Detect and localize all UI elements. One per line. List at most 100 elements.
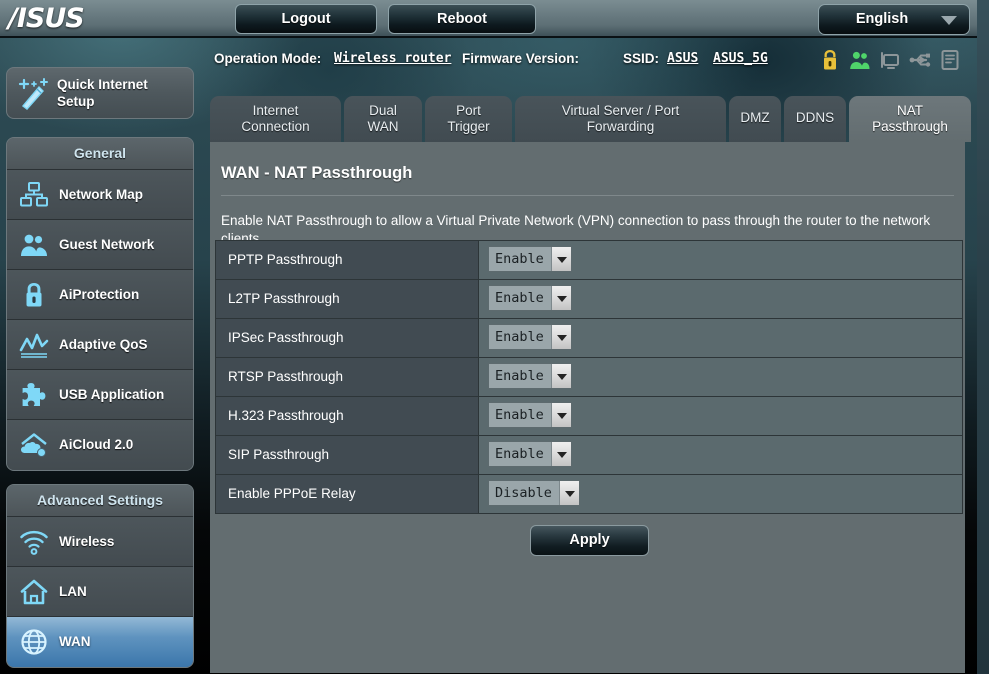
- setting-value-cell: Enable: [479, 358, 962, 396]
- select-value: Enable: [495, 329, 544, 345]
- select-value: Enable: [495, 251, 544, 267]
- setting-label: IPSec Passthrough: [216, 319, 479, 357]
- ssid-value-5g[interactable]: ASUS_5G: [713, 51, 768, 66]
- chevron-down-icon: [941, 16, 957, 25]
- bottom-strip: [0, 674, 989, 682]
- guest-network-icon: [19, 231, 49, 259]
- setting-label: H.323 Passthrough: [216, 397, 479, 435]
- wifi-icon: [19, 528, 49, 556]
- select-value: Disable: [495, 485, 552, 501]
- tab-line-2: Passthrough: [872, 119, 948, 134]
- tab-line-1: DDNS: [795, 110, 835, 125]
- guest-network-icon[interactable]: [848, 48, 872, 72]
- sip-passthrough-select[interactable]: Enable: [488, 441, 572, 467]
- reboot-button[interactable]: Reboot: [388, 4, 536, 34]
- cloud-house-icon: [19, 431, 49, 459]
- sidebar-item-label: Wireless: [59, 534, 115, 549]
- page-title: WAN - NAT Passthrough: [221, 164, 413, 182]
- tab-dmz[interactable]: DMZ: [729, 96, 781, 142]
- chevron-down-icon: [550, 442, 571, 466]
- select-value: Enable: [495, 368, 544, 384]
- setting-value-cell: Enable: [479, 280, 962, 318]
- sidebar-group-header-general: General: [7, 138, 193, 170]
- setting-label: RTSP Passthrough: [216, 358, 479, 396]
- sidebar-item-label: AiCloud 2.0: [59, 437, 134, 452]
- h323-passthrough-select[interactable]: Enable: [488, 402, 572, 428]
- globe-icon: [19, 628, 49, 656]
- printer-icon[interactable]: [938, 48, 962, 72]
- l2tp-passthrough-select[interactable]: Enable: [488, 285, 572, 311]
- select-value: Enable: [495, 446, 544, 462]
- sidebar-item-label: Network Map: [59, 187, 144, 202]
- setting-value-cell: Enable: [479, 436, 962, 474]
- top-bar: /ISUS Logout Reboot English: [0, 0, 989, 38]
- security-icon[interactable]: [818, 48, 842, 72]
- operation-mode-value[interactable]: Wireless router: [334, 51, 451, 66]
- quick-internet-setup-label: Quick Internet Setup: [57, 77, 148, 109]
- usb-icon[interactable]: [908, 48, 932, 72]
- setting-value-cell: Enable: [479, 241, 962, 279]
- quick-internet-setup-button[interactable]: Quick Internet Setup: [6, 67, 194, 119]
- ssid-value-2g[interactable]: ASUS: [667, 51, 698, 66]
- sidebar-item-aicloud[interactable]: AiCloud 2.0: [7, 420, 193, 470]
- content-panel: WAN - NAT Passthrough Enable NAT Passthr…: [210, 142, 965, 673]
- house-icon: [19, 578, 49, 606]
- sidebar-item-label: AiProtection: [59, 287, 140, 302]
- tab-line-1: Virtual Server / Port: [561, 103, 680, 118]
- tab-nat-passthrough[interactable]: NAT Passthrough: [849, 96, 971, 142]
- logout-button[interactable]: Logout: [235, 4, 377, 34]
- sidebar-item-wireless[interactable]: Wireless: [7, 517, 193, 567]
- chevron-down-icon: [550, 286, 571, 310]
- table-row: H.323 Passthrough Enable: [216, 397, 962, 436]
- table-row: RTSP Passthrough Enable: [216, 358, 962, 397]
- setting-value-cell: Disable: [479, 475, 962, 513]
- chevron-down-icon: [550, 403, 571, 427]
- tab-ddns[interactable]: DDNS: [784, 96, 846, 142]
- sidebar-item-wan[interactable]: WAN: [7, 617, 193, 667]
- setting-label: Enable PPPoE Relay: [216, 475, 479, 513]
- tab-line-2: Trigger: [447, 119, 490, 134]
- sidebar-group-general: General Network Map Guest Network AiProt…: [6, 137, 194, 471]
- puzzle-icon: [19, 381, 49, 409]
- apply-button[interactable]: Apply: [530, 525, 649, 556]
- magic-wand-icon: [17, 77, 51, 111]
- language-selector[interactable]: English: [818, 4, 970, 35]
- setting-value-cell: Enable: [479, 319, 962, 357]
- setting-value-cell: Enable: [479, 397, 962, 435]
- tab-internet-connection[interactable]: Internet Connection: [210, 96, 341, 142]
- chevron-down-icon: [550, 364, 571, 388]
- sidebar-item-usb-application[interactable]: USB Application: [7, 370, 193, 420]
- tab-line-2: WAN: [367, 119, 399, 134]
- lock-icon: [19, 281, 49, 309]
- table-row: Enable PPPoE Relay Disable: [216, 475, 962, 514]
- tab-line-1: Internet: [252, 103, 299, 118]
- table-row: SIP Passthrough Enable: [216, 436, 962, 475]
- pppoe-relay-select[interactable]: Disable: [488, 480, 580, 506]
- sidebar-group-header-advanced: Advanced Settings: [7, 485, 193, 517]
- setting-label: SIP Passthrough: [216, 436, 479, 474]
- router-admin-window: /ISUS Logout Reboot English Operation Mo…: [0, 0, 989, 682]
- sidebar-item-adaptive-qos[interactable]: Adaptive QoS: [7, 320, 193, 370]
- sidebar-item-network-map[interactable]: Network Map: [7, 170, 193, 220]
- sidebar-item-label: USB Application: [59, 387, 165, 402]
- tab-port-trigger[interactable]: Port Trigger: [425, 96, 512, 142]
- settings-table: PPTP Passthrough Enable L2TP Passthrough…: [215, 240, 963, 514]
- ipsec-passthrough-select[interactable]: Enable: [488, 324, 572, 350]
- rtsp-passthrough-select[interactable]: Enable: [488, 363, 572, 389]
- operation-mode-label: Operation Mode:: [214, 51, 322, 66]
- client-devices-icon[interactable]: [878, 48, 902, 72]
- qos-chart-icon: [19, 331, 49, 359]
- tab-virtual-server-port-forwarding[interactable]: Virtual Server / Port Forwarding: [515, 96, 726, 142]
- ssid-label: SSID:: [623, 51, 660, 66]
- table-row: IPSec Passthrough Enable: [216, 319, 962, 358]
- language-selector-label: English: [855, 11, 909, 27]
- tab-line-2: Connection: [241, 119, 310, 134]
- pptp-passthrough-select[interactable]: Enable: [488, 246, 572, 272]
- sidebar-item-guest-network[interactable]: Guest Network: [7, 220, 193, 270]
- tab-dual-wan[interactable]: Dual WAN: [344, 96, 422, 142]
- select-value: Enable: [495, 407, 544, 423]
- tab-line-1: Dual: [369, 103, 397, 118]
- sidebar-item-aiprotection[interactable]: AiProtection: [7, 270, 193, 320]
- sidebar-item-lan[interactable]: LAN: [7, 567, 193, 617]
- table-row: L2TP Passthrough Enable: [216, 280, 962, 319]
